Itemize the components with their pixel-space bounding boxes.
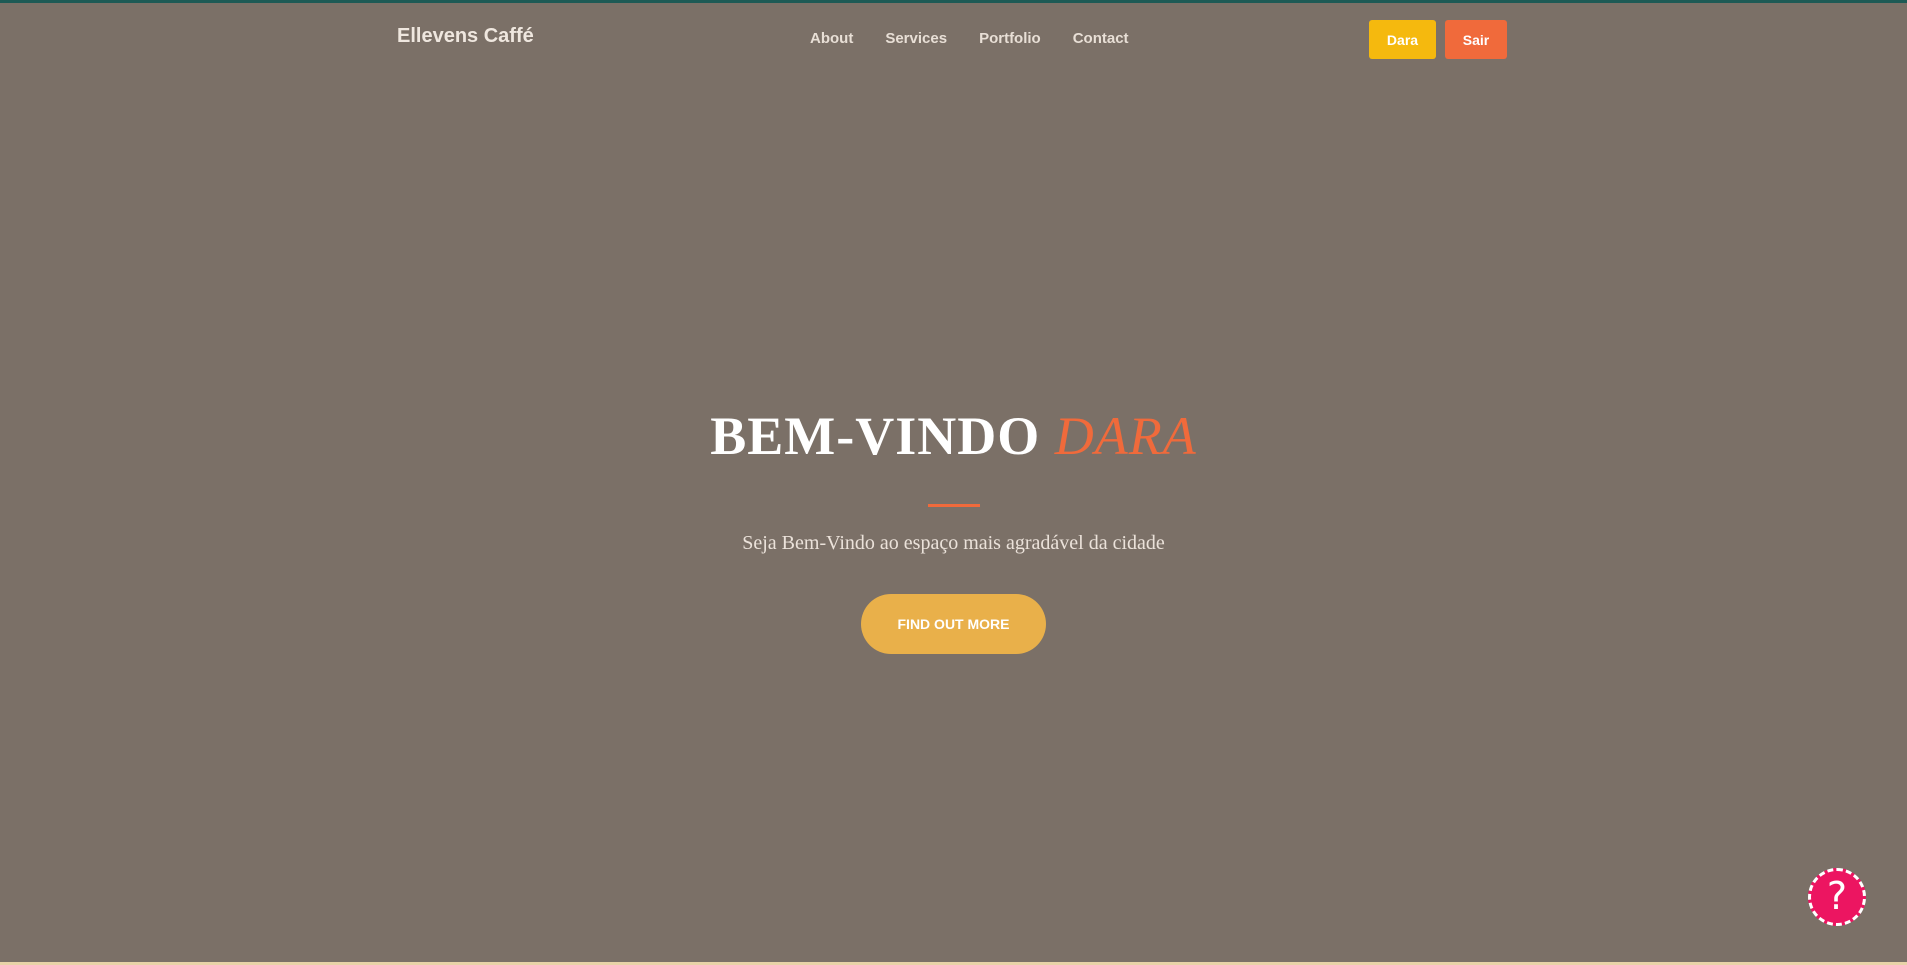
nav-link-portfolio[interactable]: Portfolio [979, 30, 1041, 47]
nav-buttons: Dara Sair [1369, 20, 1507, 59]
hero-divider [927, 504, 980, 507]
hero: BEM-VINDO DARA Seja Bem-Vindo ao espaço … [0, 403, 1907, 654]
nav-link-services[interactable]: Services [885, 30, 947, 47]
hero-title-name: DARA [1054, 406, 1197, 466]
page: Ellevens Caffé About Services Portfolio … [0, 0, 1907, 965]
nav-link-contact[interactable]: Contact [1073, 30, 1129, 47]
user-button[interactable]: Dara [1369, 20, 1436, 59]
hero-title-prefix: BEM-VINDO [710, 406, 1041, 466]
help-button[interactable]: ? [1808, 868, 1866, 926]
find-out-more-button[interactable]: FIND OUT MORE [861, 594, 1046, 654]
question-icon: ? [1826, 874, 1848, 918]
hero-title: BEM-VINDO DARA [0, 403, 1907, 469]
hero-subtitle: Seja Bem-Vindo ao espaço mais agradável … [742, 532, 1165, 554]
navbar: Ellevens Caffé About Services Portfolio … [0, 3, 1907, 75]
nav-link-about[interactable]: About [810, 30, 853, 47]
logout-button[interactable]: Sair [1445, 20, 1507, 59]
brand-logo-link[interactable]: Ellevens Caffé [397, 25, 534, 48]
nav-links: About Services Portfolio Contact [810, 30, 1161, 47]
